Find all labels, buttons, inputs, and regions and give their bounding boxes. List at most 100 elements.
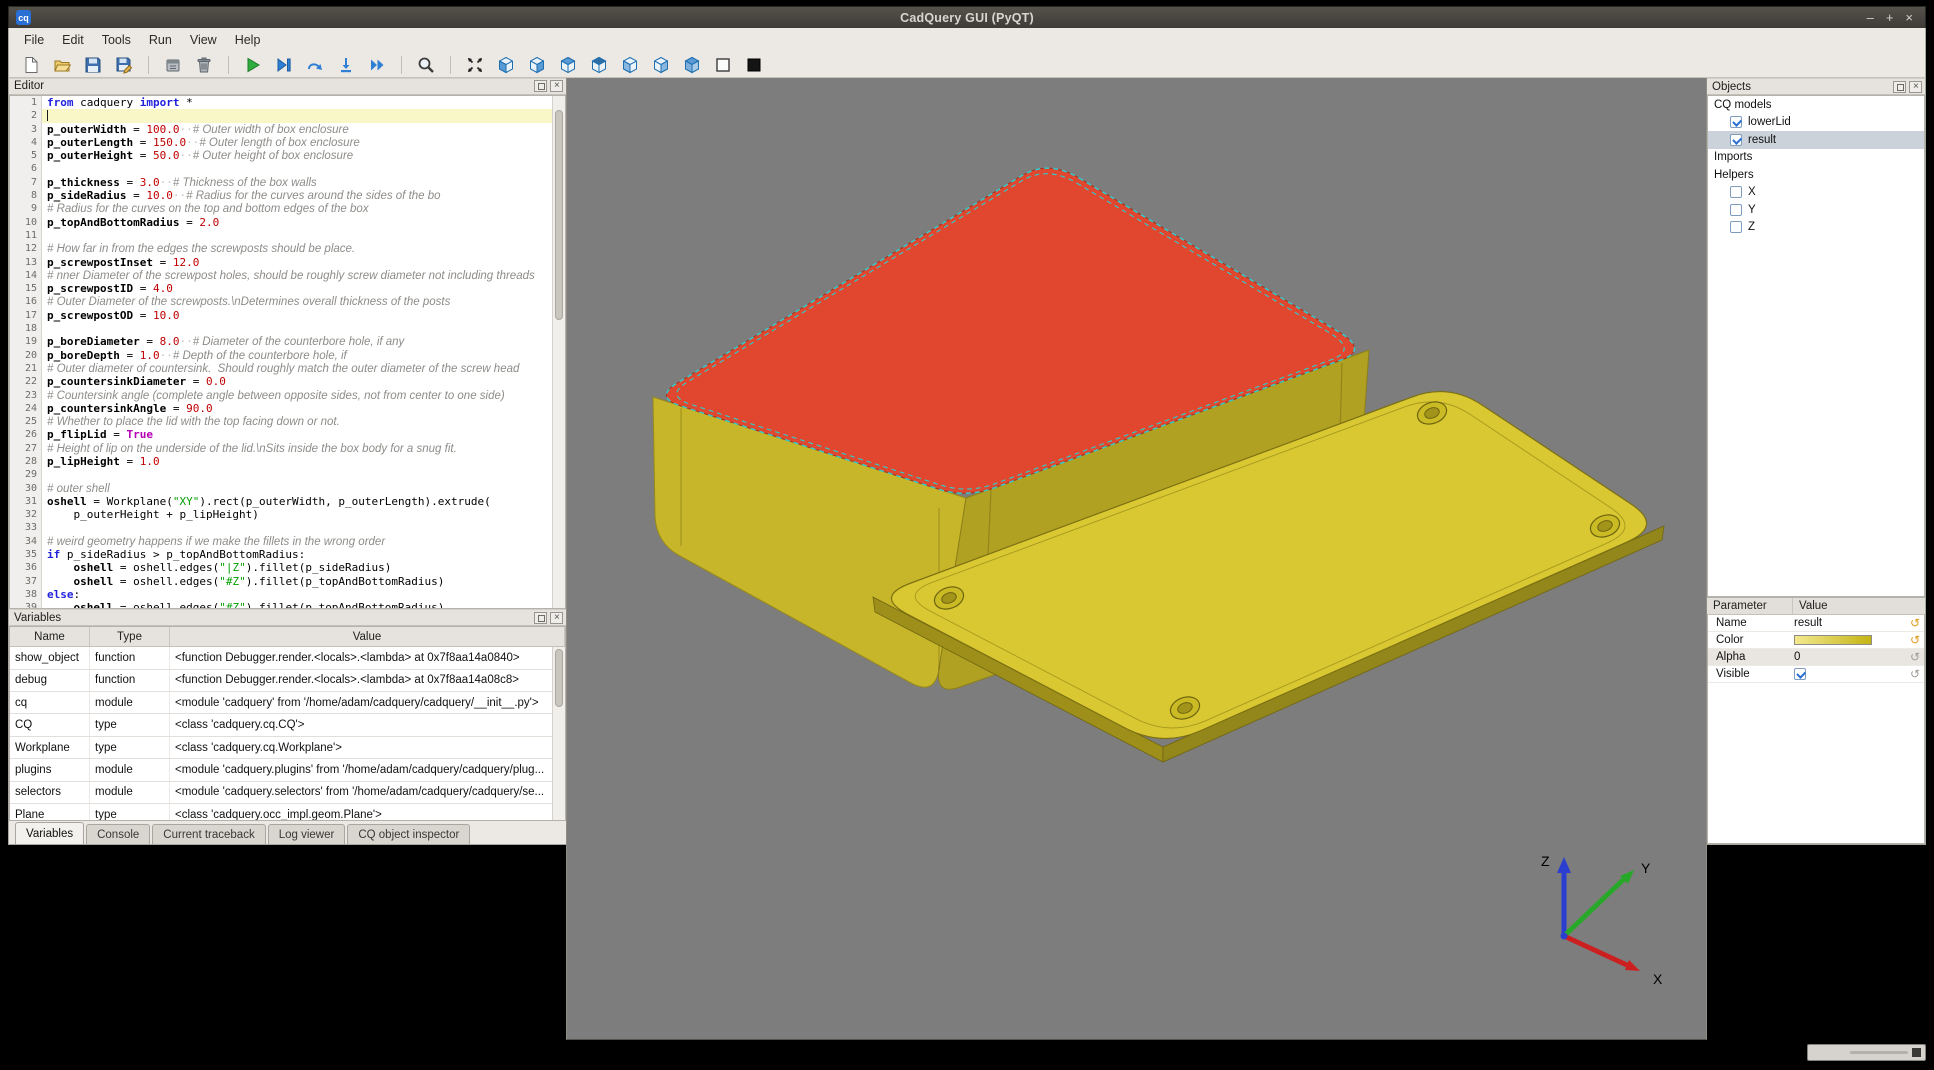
- menu-edit[interactable]: Edit: [53, 30, 93, 50]
- code-line-17[interactable]: p_screwpostOD = 10.0: [47, 309, 552, 322]
- view-bottom-button[interactable]: [587, 54, 611, 76]
- variables-scrollbar[interactable]: [552, 647, 565, 820]
- view-right-button[interactable]: [649, 54, 673, 76]
- visible-checkbox[interactable]: [1794, 668, 1806, 680]
- code-line-20[interactable]: p_boreDepth = 1.0··# Depth of the counte…: [47, 349, 552, 362]
- step-over-button[interactable]: [303, 54, 327, 76]
- code-line-4[interactable]: p_outerLength = 150.0··# Outer length of…: [47, 136, 552, 149]
- editor-pane-header[interactable]: Editor: [9, 78, 566, 95]
- view-top-button[interactable]: [556, 54, 580, 76]
- column-header-name[interactable]: Name: [10, 627, 90, 646]
- checkbox[interactable]: [1730, 221, 1742, 233]
- table-row[interactable]: CQtype<class 'cadquery.cq.CQ'>: [10, 714, 565, 736]
- view-iso-button[interactable]: [680, 54, 704, 76]
- table-row[interactable]: Workplanetype<class 'cadquery.cq.Workpla…: [10, 737, 565, 759]
- code-line-3[interactable]: p_outerWidth = 100.0··# Outer width of b…: [47, 123, 552, 136]
- taskbar-fragment[interactable]: [1807, 1044, 1926, 1061]
- tab-current-traceback[interactable]: Current traceback: [152, 824, 265, 844]
- scrollbar-thumb[interactable]: [555, 649, 563, 707]
- checkbox[interactable]: [1730, 134, 1742, 146]
- code-line-7[interactable]: p_thickness = 3.0··# Thickness of the bo…: [47, 176, 552, 189]
- reset-icon[interactable]: ↺: [1906, 650, 1924, 664]
- code-line-13[interactable]: p_screwpostInset = 12.0: [47, 256, 552, 269]
- code-line-11[interactable]: [47, 229, 552, 242]
- menu-tools[interactable]: Tools: [93, 30, 140, 50]
- close-pane-icon[interactable]: [1909, 81, 1922, 93]
- tree-item-result[interactable]: result: [1708, 131, 1924, 149]
- param-column-parameter[interactable]: Parameter: [1707, 598, 1793, 614]
- code-line-26[interactable]: p_flipLid = True: [47, 428, 552, 441]
- fit-view-button[interactable]: [463, 54, 487, 76]
- menu-help[interactable]: Help: [226, 30, 270, 50]
- continue-button[interactable]: [365, 54, 389, 76]
- code-line-35[interactable]: if p_sideRadius > p_topAndBottomRadius:: [47, 548, 552, 561]
- view-left-button[interactable]: [618, 54, 642, 76]
- tree-item-imports[interactable]: Imports: [1708, 149, 1924, 167]
- maximize-button[interactable]: +: [1886, 11, 1894, 25]
- code-line-23[interactable]: # Countersink angle (complete angle betw…: [47, 389, 552, 402]
- checkbox[interactable]: [1730, 204, 1742, 216]
- debug-button[interactable]: [272, 54, 296, 76]
- checkbox[interactable]: [1730, 116, 1742, 128]
- editor-scrollbar[interactable]: [552, 96, 565, 608]
- tree-item-cq-models[interactable]: CQ models: [1708, 96, 1924, 114]
- float-pane-icon[interactable]: [534, 612, 547, 624]
- code-line-1[interactable]: from cadquery import *: [47, 96, 552, 109]
- tab-cq-object-inspector[interactable]: CQ object inspector: [347, 824, 470, 844]
- param-row-alpha[interactable]: Alpha0↺: [1708, 649, 1924, 666]
- code-line-30[interactable]: # outer shell: [47, 482, 552, 495]
- code-line-36[interactable]: oshell = oshell.edges("|Z").fillet(p_sid…: [47, 561, 552, 574]
- code-line-6[interactable]: [47, 162, 552, 175]
- trash-button[interactable]: [192, 54, 216, 76]
- code-line-18[interactable]: [47, 322, 552, 335]
- code-line-29[interactable]: [47, 468, 552, 481]
- menu-view[interactable]: View: [181, 30, 226, 50]
- code-line-38[interactable]: else:: [47, 588, 552, 601]
- variables-pane-header[interactable]: Variables: [9, 609, 566, 626]
- close-pane-icon[interactable]: [550, 80, 563, 92]
- code-line-32[interactable]: p_outerHeight + p_lipHeight): [47, 508, 552, 521]
- code-line-28[interactable]: p_lipHeight = 1.0: [47, 455, 552, 468]
- tree-item-z[interactable]: Z: [1708, 219, 1924, 237]
- save-as-button[interactable]: [112, 54, 136, 76]
- code-line-25[interactable]: # Whether to place the lid with the top …: [47, 415, 552, 428]
- reset-icon[interactable]: ↺: [1906, 616, 1924, 630]
- code-line-2[interactable]: [42, 109, 552, 122]
- step-into-button[interactable]: [334, 54, 358, 76]
- color-swatch[interactable]: [1794, 635, 1872, 645]
- table-row[interactable]: pluginsmodule<module 'cadquery.plugins' …: [10, 759, 565, 781]
- float-pane-icon[interactable]: [534, 80, 547, 92]
- code-line-37[interactable]: oshell = oshell.edges("#Z").fillet(p_top…: [47, 575, 552, 588]
- table-row[interactable]: selectorsmodule<module 'cadquery.selecto…: [10, 782, 565, 804]
- code-line-12[interactable]: # How far in from the edges the screwpos…: [47, 242, 552, 255]
- param-row-visible[interactable]: Visible↺: [1708, 666, 1924, 683]
- reset-icon[interactable]: ↺: [1906, 633, 1924, 647]
- float-pane-icon[interactable]: [1893, 81, 1906, 93]
- table-row[interactable]: cqmodule<module 'cadquery' from '/home/a…: [10, 692, 565, 714]
- minimize-button[interactable]: –: [1867, 11, 1874, 25]
- new-file-button[interactable]: [19, 54, 43, 76]
- tab-console[interactable]: Console: [86, 824, 150, 844]
- tab-variables[interactable]: Variables: [15, 822, 84, 844]
- code-line-34[interactable]: # weird geometry happens if we make the …: [47, 535, 552, 548]
- code-line-33[interactable]: [47, 521, 552, 534]
- param-value[interactable]: [1794, 668, 1906, 680]
- code-line-5[interactable]: p_outerHeight = 50.0··# Outer height of …: [47, 149, 552, 162]
- tree-item-x[interactable]: X: [1708, 184, 1924, 202]
- run-button[interactable]: [241, 54, 265, 76]
- code-line-21[interactable]: # Outer diameter of countersink. Should …: [47, 362, 552, 375]
- column-header-value[interactable]: Value: [170, 627, 565, 646]
- table-row[interactable]: show_objectfunction<function Debugger.re…: [10, 647, 565, 669]
- code-line-8[interactable]: p_sideRadius = 10.0··# Radius for the cu…: [47, 189, 552, 202]
- code-line-10[interactable]: p_topAndBottomRadius = 2.0: [47, 216, 552, 229]
- param-value[interactable]: [1794, 635, 1906, 645]
- table-row[interactable]: Planetype<class 'cadquery.occ_impl.geom.…: [10, 804, 565, 820]
- code-line-15[interactable]: p_screwpostID = 4.0: [47, 282, 552, 295]
- editor-code[interactable]: from cadquery import * p_outerWidth = 100…: [42, 96, 552, 608]
- param-value[interactable]: result: [1794, 617, 1906, 629]
- scrollbar-thumb[interactable]: [555, 110, 563, 320]
- code-line-22[interactable]: p_countersinkDiameter = 0.0: [47, 375, 552, 388]
- tree-item-helpers[interactable]: Helpers: [1708, 166, 1924, 184]
- table-row[interactable]: debugfunction<function Debugger.render.<…: [10, 670, 565, 692]
- code-line-16[interactable]: # Outer Diameter of the screwposts.\nDet…: [47, 295, 552, 308]
